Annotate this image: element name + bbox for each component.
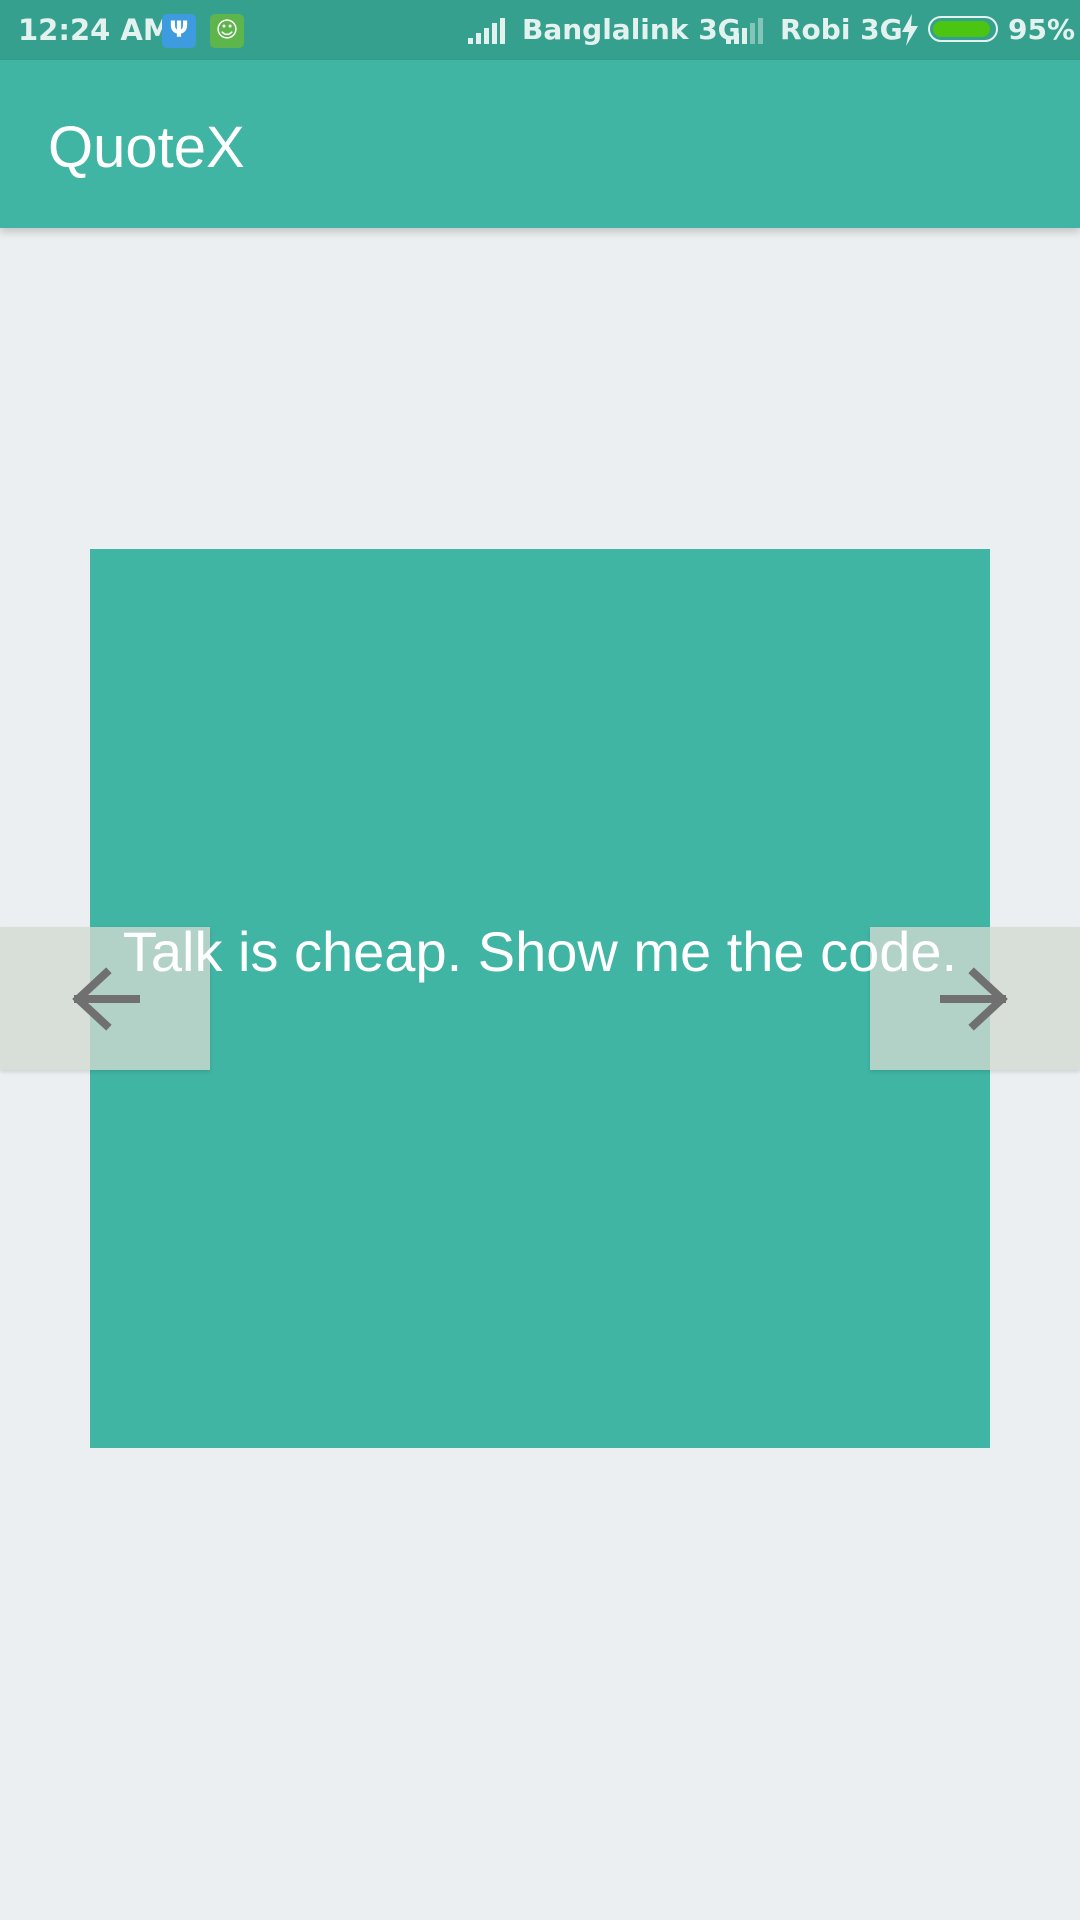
- signal-icon: [468, 16, 506, 44]
- app-title: QuoteX: [48, 115, 245, 180]
- quote-card: [90, 549, 990, 1448]
- charging-icon: [902, 14, 918, 46]
- status-time: 12:24 AM: [18, 13, 172, 47]
- carrier-1-label: Banglalink 3G: [522, 13, 741, 46]
- battery-icon: [928, 16, 998, 42]
- signal-icon: [726, 16, 764, 44]
- app-bar: QuoteX: [0, 60, 1080, 228]
- android-icon: ☺: [210, 14, 244, 48]
- carrier-2-label: Robi 3G: [780, 13, 903, 46]
- status-bar: 12:24 AM Ψ ☺ Banglalink 3G Robi 3G 95%: [0, 0, 1080, 60]
- battery-percent: 95%: [1008, 13, 1076, 46]
- quote-text: Talk is cheap. Show me the code.: [122, 920, 958, 983]
- battery-fill: [933, 21, 990, 37]
- usb-icon: Ψ: [162, 14, 196, 48]
